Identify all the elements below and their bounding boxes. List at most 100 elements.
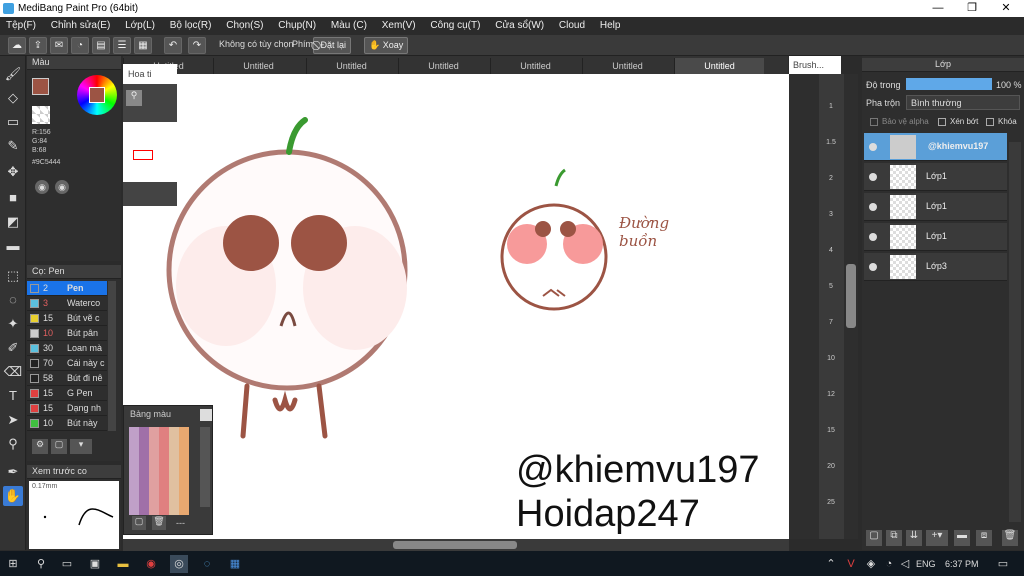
navigator-thumb[interactable] xyxy=(123,122,177,182)
vscroll-thumb[interactable] xyxy=(846,264,856,328)
brush-size-item[interactable]: 1 xyxy=(821,102,841,138)
menu-help[interactable]: Help xyxy=(594,17,627,34)
menu-edit[interactable]: Chỉnh sửa(E) xyxy=(45,17,117,34)
brush-row[interactable]: 15 G Pen xyxy=(27,386,107,401)
brush-row[interactable]: 15 Dạng nh xyxy=(27,401,107,416)
tab-untitled[interactable]: Untitled xyxy=(398,58,488,74)
undo-icon[interactable]: ↶ xyxy=(164,37,182,54)
new-layer-icon[interactable]: ▢ xyxy=(866,530,882,546)
protect-alpha-checkbox[interactable] xyxy=(870,118,878,126)
visibility-icon[interactable] xyxy=(869,143,877,151)
brush-row[interactable]: 2 Pen xyxy=(27,281,107,296)
lock-checkbox[interactable] xyxy=(986,118,994,126)
menu-select[interactable]: Chọn(S) xyxy=(220,17,269,34)
tab-untitled[interactable]: Untitled xyxy=(213,58,303,74)
hand-tool-icon[interactable]: ✋ xyxy=(3,486,23,506)
hscroll-thumb[interactable] xyxy=(393,541,517,549)
visibility-icon[interactable] xyxy=(869,173,877,181)
brush-row[interactable]: 58 Bút đi nê xyxy=(27,371,107,386)
chat-icon[interactable]: ◔ xyxy=(71,37,89,54)
clipping-checkbox[interactable] xyxy=(938,118,946,126)
color-wheel[interactable] xyxy=(77,75,117,115)
tray-v-icon[interactable]: V xyxy=(842,555,860,573)
visibility-icon[interactable] xyxy=(869,233,877,241)
tab-untitled-active[interactable]: Untitled xyxy=(674,58,764,74)
menu-filter[interactable]: Bộ lọc(R) xyxy=(164,17,218,34)
notification-icon[interactable]: ▭ xyxy=(994,555,1012,573)
brush-size-item[interactable]: 10 xyxy=(821,354,841,390)
comment-icon[interactable]: ✉ xyxy=(50,37,68,54)
rotate-button[interactable]: ✋ Xoay xyxy=(364,37,409,54)
tab-untitled[interactable]: Untitled xyxy=(582,58,672,74)
brush-menu-icon[interactable]: ▾ xyxy=(70,439,92,454)
brush-row[interactable]: 10 Bút này xyxy=(27,416,107,431)
brush-size-item[interactable]: 4 xyxy=(821,246,841,282)
layer-settings-icon[interactable]: ⧈ xyxy=(976,530,992,546)
navigator-viewport[interactable] xyxy=(133,150,153,160)
palette-add-icon[interactable]: ▢ xyxy=(132,516,146,530)
drawing-canvas[interactable]: Đường buồn @khiemvu197 Hoidap247 xyxy=(123,74,789,539)
bucket-tool-icon[interactable]: ◩ xyxy=(3,212,23,232)
grid-icon[interactable]: ▦ xyxy=(134,37,152,54)
palette-add-icon[interactable]: ◉ xyxy=(55,180,69,194)
menu-cloud[interactable]: Cloud xyxy=(553,17,591,34)
dropper-tool-icon[interactable]: ⚲ xyxy=(3,434,23,454)
transparent-swatch[interactable] xyxy=(32,106,50,124)
tray-chevron-icon[interactable]: ⌃ xyxy=(822,555,840,573)
select-rect-icon[interactable]: ⬚ xyxy=(3,266,23,286)
brush-size-item[interactable]: 1.5 xyxy=(821,138,841,174)
store-icon[interactable]: ▣ xyxy=(86,555,104,573)
brush-size-item[interactable]: 20 xyxy=(821,462,841,498)
operation-tool-icon[interactable]: ➤ xyxy=(3,410,23,430)
vertical-scrollbar[interactable] xyxy=(844,74,858,539)
palette-scrollbar[interactable] xyxy=(200,427,210,507)
brush-size-item[interactable]: 7 xyxy=(821,318,841,354)
menu-layer[interactable]: Lớp(L) xyxy=(119,17,161,34)
merge-layer-icon[interactable]: ⇊ xyxy=(906,530,922,546)
brush-size-item[interactable]: 25 xyxy=(821,498,841,534)
eyedropper-icon[interactable]: ✒ xyxy=(3,462,23,482)
brush-row[interactable]: 3 Waterco xyxy=(27,296,107,311)
file-explorer-icon[interactable]: ▬ xyxy=(114,555,132,573)
horizontal-scrollbar[interactable] xyxy=(123,539,789,551)
select-eraser-icon[interactable]: ⌫ xyxy=(3,362,23,382)
zoom-icon[interactable]: ⚲ xyxy=(126,90,142,106)
layer-scrollbar[interactable] xyxy=(1009,142,1021,522)
folder-icon[interactable]: ▬ xyxy=(954,530,970,546)
brush-row[interactable]: 10 Bút pân xyxy=(27,326,107,341)
layer-row-selected[interactable]: @khiemvu197 xyxy=(864,133,1007,161)
volume-icon[interactable]: ◁ xyxy=(896,555,914,573)
menu-file[interactable]: Tệp(F) xyxy=(0,17,42,34)
brush-row[interactable]: 70 Cái này c xyxy=(27,356,107,371)
task-view-icon[interactable]: ▭ xyxy=(58,555,76,573)
menu-color[interactable]: Màu (C) xyxy=(325,17,373,34)
brush-size-item[interactable]: 5 xyxy=(821,282,841,318)
app-taskbar-icon[interactable]: ▦ xyxy=(226,555,244,573)
brush-size-item[interactable]: 12 xyxy=(821,390,841,426)
cloud-icon[interactable]: ☁ xyxy=(8,37,26,54)
share-icon[interactable]: ⇪ xyxy=(29,37,47,54)
blend-mode-select[interactable]: Bình thường xyxy=(906,95,1020,110)
search-icon[interactable]: ⚲ xyxy=(32,555,50,573)
palette-close-icon[interactable] xyxy=(200,409,212,421)
clock[interactable]: 6:37 PM xyxy=(945,559,979,569)
maximize-button[interactable]: ❐ xyxy=(955,0,989,17)
messenger-icon[interactable]: ◌ xyxy=(198,555,216,573)
magic-wand-icon[interactable]: ✦ xyxy=(3,314,23,334)
layer-row[interactable]: Lớp1 xyxy=(864,223,1007,251)
text-tool-icon[interactable]: T xyxy=(3,386,23,406)
brush-size-item[interactable]: 15 xyxy=(821,426,841,462)
menu-view[interactable]: Xem(V) xyxy=(376,17,422,34)
brush-row[interactable]: 15 Bút vẽ c xyxy=(27,311,107,326)
brush-row[interactable]: 30 Loan mà xyxy=(27,341,107,356)
tab-untitled[interactable]: Untitled xyxy=(306,58,396,74)
visibility-icon[interactable] xyxy=(869,203,877,211)
menu-window[interactable]: Cửa sổ(W) xyxy=(489,17,550,34)
palette-delete-icon[interactable]: 🗑 xyxy=(152,516,166,530)
eraser-tool-icon[interactable]: ◇ xyxy=(3,88,23,108)
move-tool-icon[interactable]: ✥ xyxy=(3,162,23,182)
menu-snap[interactable]: Chụp(N) xyxy=(272,17,322,34)
layer-row[interactable]: Lớp1 xyxy=(864,163,1007,191)
lasso-icon[interactable]: ◌ xyxy=(3,290,23,310)
color-wheel-square[interactable] xyxy=(89,87,105,103)
